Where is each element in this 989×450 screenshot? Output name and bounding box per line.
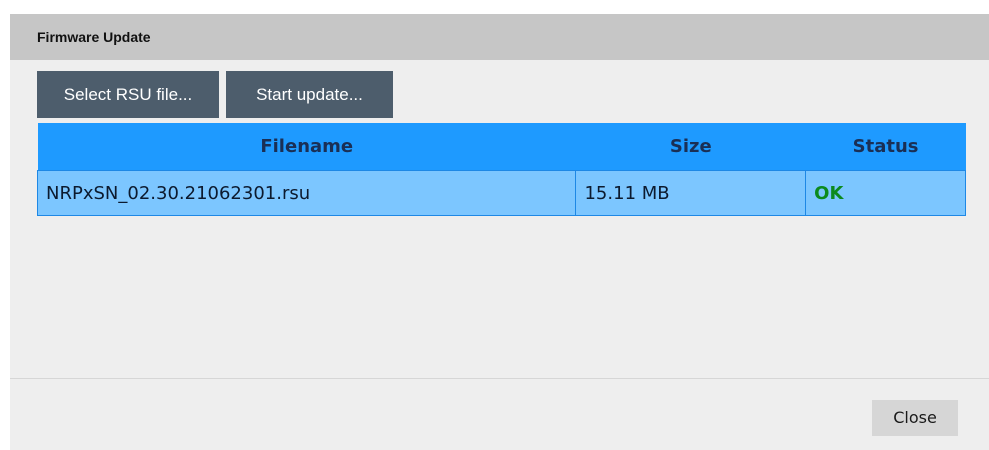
firmware-update-dialog: Firmware Update Select RSU file... Start… <box>10 14 989 450</box>
dialog-title: Firmware Update <box>37 29 151 45</box>
start-update-button[interactable]: Start update... <box>226 71 393 118</box>
cell-status: OK <box>805 170 966 216</box>
file-table: Filename Size Status NRPxSN_02.30.210623… <box>36 123 966 216</box>
table-header-row: Filename Size Status <box>37 123 966 171</box>
column-header-size[interactable]: Size <box>575 123 806 171</box>
cell-size: 15.11 MB <box>575 170 807 216</box>
column-header-status[interactable]: Status <box>805 123 966 171</box>
column-header-filename[interactable]: Filename <box>37 123 576 171</box>
table-row[interactable]: NRPxSN_02.30.21062301.rsu 15.11 MB OK <box>36 170 966 216</box>
footer-divider <box>10 378 989 379</box>
select-rsu-file-button[interactable]: Select RSU file... <box>37 71 219 118</box>
close-button[interactable]: Close <box>872 400 958 436</box>
cell-filename: NRPxSN_02.30.21062301.rsu <box>36 170 577 216</box>
dialog-titlebar: Firmware Update <box>10 14 989 60</box>
